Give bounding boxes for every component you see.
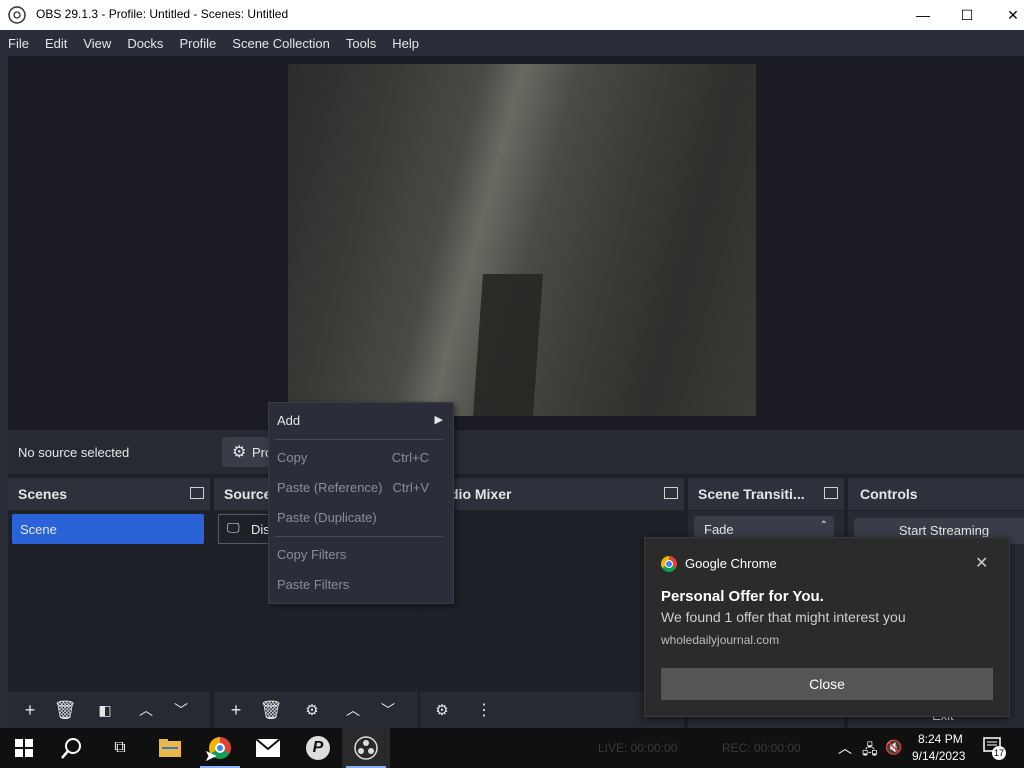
clock-time[interactable]: 8:24 PM (918, 732, 963, 746)
chrome-notification[interactable]: Google Chrome ✕ Personal Offer for You. … (644, 537, 1010, 717)
menu-tools[interactable]: Tools (338, 36, 384, 51)
menu-item-paste-filters[interactable]: Paste Filters (277, 577, 445, 592)
preview-canvas[interactable] (288, 64, 756, 416)
menu-view[interactable]: View (75, 36, 119, 51)
menu-file[interactable]: File (0, 36, 37, 51)
context-menu: Add ▶ Copy Ctrl+C Paste (Reference) Ctrl+V… (268, 402, 454, 604)
undock-icon[interactable] (664, 487, 678, 499)
sources-toolbar: + 🗑 ⚙ ︿ ﹀ (214, 692, 418, 728)
more-vertical-icon[interactable]: ⋮ (472, 698, 496, 722)
undock-icon[interactable] (190, 487, 204, 499)
scenes-toolbar: + 🗑 ◧ ︿ ﹀ (8, 692, 210, 728)
live-timer: LIVE: 00:00:00 (598, 741, 678, 755)
file-explorer-icon[interactable] (146, 728, 194, 768)
divider (275, 439, 443, 440)
source-label: Dis (251, 522, 270, 537)
chevron-down-icon[interactable]: ﹀ (376, 698, 400, 722)
left-edge (0, 56, 8, 736)
spinner-icon: ⌃ (819, 520, 828, 531)
menu-bar: File Edit View Docks Profile Scene Colle… (0, 30, 1024, 56)
add-source-icon[interactable]: + (224, 698, 248, 722)
menu-item-paste-duplicate[interactable]: Paste (Duplicate) (277, 510, 445, 525)
mouse-cursor-icon: ➤ (204, 748, 218, 765)
close-icon[interactable]: ✕ (975, 553, 988, 573)
audio-mixer-title: dio Mixer (450, 486, 512, 502)
transitions-dock-title: Scene Transiti... (688, 478, 844, 511)
notification-app-name: Google Chrome (685, 556, 777, 571)
audio-mixer-dock-title: dio Mixer (420, 478, 684, 511)
advanced-audio-icon[interactable]: ⚙ (430, 698, 454, 722)
transitions-title: Scene Transiti... (698, 486, 805, 502)
notification-body: We found 1 offer that might interest you (661, 609, 906, 625)
gear-icon: ⚙ (232, 444, 247, 461)
minimize-button[interactable]: — (900, 0, 946, 30)
sources-title: Source (224, 486, 272, 502)
menu-item-copy-filters[interactable]: Copy Filters (277, 547, 445, 562)
controls-dock-title: Controls (848, 478, 1024, 511)
scenes-dock: Scenes Scene + 🗑 ◧ ︿ ﹀ (8, 478, 210, 728)
close-window-button[interactable]: ✕ (990, 0, 1024, 30)
controls-title: Controls (860, 486, 918, 502)
window-title: OBS 29.1.3 - Profile: Untitled - Scenes:… (36, 7, 289, 21)
rec-timer: REC: 00:00:00 (722, 741, 801, 755)
monitor-icon: 🖵 (227, 520, 240, 535)
divider (275, 536, 443, 537)
scenes-dock-title: Scenes (8, 478, 210, 511)
obs-taskbar-icon[interactable] (342, 728, 390, 768)
windows-start-icon[interactable] (0, 728, 48, 768)
chevron-up-icon[interactable]: ︿ (838, 738, 852, 758)
source-toolbar (8, 430, 1024, 474)
add-scene-icon[interactable]: + (18, 698, 42, 722)
search-icon[interactable] (48, 728, 96, 768)
title-bar: OBS 29.1.3 - Profile: Untitled - Scenes:… (0, 0, 1024, 30)
maximize-button[interactable]: ☐ (944, 0, 990, 30)
undock-icon[interactable] (824, 487, 838, 499)
notification-center-icon[interactable]: 17 (982, 736, 1006, 760)
chrome-icon (661, 556, 677, 572)
menu-item-copy[interactable]: Copy Ctrl+C (277, 450, 445, 465)
submenu-arrow-icon: ▶ (434, 414, 443, 426)
mail-icon[interactable] (244, 728, 292, 768)
gear-icon[interactable]: ⚙ (300, 698, 324, 722)
clock-date[interactable]: 9/14/2023 (912, 749, 965, 763)
menu-help[interactable]: Help (384, 36, 427, 51)
filter-icon[interactable]: ◧ (93, 698, 117, 722)
chevron-down-icon[interactable]: ﹀ (169, 698, 193, 722)
task-view-icon[interactable]: ⧉ (96, 728, 144, 768)
trash-icon[interactable]: 🗑 (53, 698, 77, 722)
obs-logo-icon (8, 6, 26, 24)
scenes-title: Scenes (18, 486, 68, 502)
chevron-up-icon[interactable]: ︿ (134, 698, 158, 722)
menu-item-add[interactable]: Add ▶ (277, 413, 445, 428)
scene-list-item[interactable]: Scene (12, 514, 204, 544)
trash-icon[interactable]: 🗑 (259, 698, 283, 722)
menu-profile[interactable]: Profile (171, 36, 224, 51)
notification-domain: wholedailyjournal.com (661, 633, 780, 647)
notification-headline: Personal Offer for You. (661, 588, 824, 605)
notification-count-badge: 17 (992, 746, 1006, 760)
notification-close-button[interactable]: Close (661, 668, 993, 700)
menu-edit[interactable]: Edit (37, 36, 75, 51)
network-icon[interactable]: 🖧 (862, 739, 878, 763)
menu-scene-collection[interactable]: Scene Collection (224, 36, 338, 51)
taskbar: ⧉ P ➤ LIVE: 00:00:00 REC: 00:00:00 ︿ 🖧 🔇… (0, 728, 1024, 768)
menu-docks[interactable]: Docks (119, 36, 171, 51)
no-source-label: No source selected (18, 445, 130, 460)
preview-image-detail (473, 274, 543, 416)
menu-item-paste-reference[interactable]: Paste (Reference) Ctrl+V (277, 480, 445, 495)
p-app-icon[interactable]: P (294, 728, 342, 768)
volume-muted-icon[interactable]: 🔇 (885, 739, 902, 756)
chevron-up-icon[interactable]: ︿ (341, 698, 365, 722)
